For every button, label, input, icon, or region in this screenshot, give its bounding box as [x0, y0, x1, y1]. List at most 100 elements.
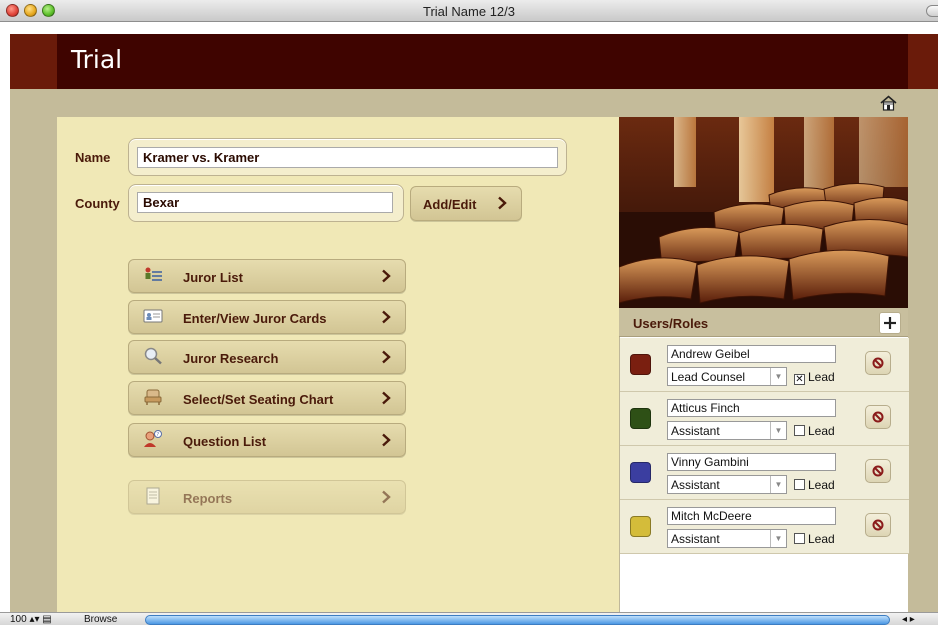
question-list-label: Question List: [183, 434, 267, 449]
role-select-value: Lead Counsel: [671, 370, 746, 384]
chevron-right-icon: [498, 196, 507, 210]
chevron-right-icon: [382, 310, 391, 324]
courtroom-photo: [619, 117, 908, 308]
zoom-value: 100: [10, 614, 27, 625]
page-header: [10, 34, 938, 89]
checkbox-icon: [794, 479, 805, 490]
prohibit-icon: [872, 519, 884, 531]
reports-label: Reports: [183, 491, 233, 506]
juror-cards-icon: [143, 309, 163, 323]
users-roles-title: Users/Roles: [633, 316, 709, 331]
user-color-swatch[interactable]: [630, 354, 651, 375]
role-select-value: Assistant: [671, 478, 720, 492]
question-list-button[interactable]: ? Question List: [128, 423, 406, 457]
role-select[interactable]: Assistant ▼: [667, 421, 787, 440]
juror-list-label: Juror List: [183, 270, 243, 285]
lead-checkbox[interactable]: Lead: [794, 532, 835, 546]
dropdown-arrow-icon: ▼: [770, 422, 786, 439]
delete-user-button[interactable]: [865, 459, 891, 483]
prohibit-icon: [872, 465, 884, 477]
home-icon[interactable]: [880, 95, 897, 111]
mode-indicator[interactable]: Browse: [84, 614, 117, 625]
county-field[interactable]: Bexar: [137, 192, 393, 213]
page-title: Trial: [71, 45, 123, 74]
user-name-field[interactable]: Atticus Finch: [667, 399, 836, 417]
application-window: Trial Name 12/3 Trial Name Kramer vs. Kr…: [0, 0, 938, 625]
user-row: Mitch McDeere Assistant ▼ Lead: [620, 500, 909, 554]
toolbar-strip: [10, 89, 938, 117]
question-person-icon: ?: [144, 430, 162, 447]
header-left-band: [10, 34, 57, 89]
user-name-field[interactable]: Andrew Geibel: [667, 345, 836, 363]
left-frame: [10, 117, 57, 612]
lead-checkbox[interactable]: Lead: [794, 478, 835, 492]
role-select[interactable]: Assistant ▼: [667, 475, 787, 494]
chevron-right-icon: [382, 350, 391, 364]
users-roles-header: Users/Roles: [619, 308, 908, 337]
user-name-field[interactable]: Vinny Gambini: [667, 453, 836, 471]
name-label: Name: [75, 150, 111, 165]
role-select-value: Assistant: [671, 532, 720, 546]
chevron-right-icon: [382, 269, 391, 283]
role-select[interactable]: Assistant ▼: [667, 529, 787, 548]
user-row: Atticus Finch Assistant ▼ Lead: [620, 392, 909, 446]
lead-label: Lead: [808, 532, 835, 546]
user-row: Vinny Gambini Assistant ▼ Lead: [620, 446, 909, 500]
delete-user-button[interactable]: [865, 351, 891, 375]
window-title: Trial Name 12/3: [423, 4, 515, 19]
checkbox-icon: [794, 533, 805, 544]
zoom-stepper-icon[interactable]: ▴▾: [29, 614, 39, 625]
user-color-swatch[interactable]: [630, 516, 651, 537]
checkbox-checked-icon: ✕: [794, 374, 805, 385]
lead-checkbox[interactable]: Lead: [794, 424, 835, 438]
juror-cards-label: Enter/View Juror Cards: [183, 311, 327, 326]
prohibit-icon: [872, 357, 884, 369]
juror-research-label: Juror Research: [183, 351, 279, 366]
title-bar: Trial Name 12/3: [0, 0, 938, 22]
header-right-band: [908, 34, 938, 89]
layout-icon[interactable]: ▤: [42, 614, 51, 625]
plus-icon: [884, 317, 896, 329]
dropdown-arrow-icon: ▼: [770, 368, 786, 385]
add-user-button[interactable]: [879, 312, 901, 334]
chevron-right-icon: [382, 433, 391, 447]
user-name-field[interactable]: Mitch McDeere: [667, 507, 836, 525]
role-select[interactable]: Lead Counsel ▼: [667, 367, 787, 386]
svg-text:?: ?: [157, 432, 160, 438]
dropdown-arrow-icon: ▼: [770, 476, 786, 493]
delete-user-button[interactable]: [865, 513, 891, 537]
lead-label: Lead: [808, 478, 835, 492]
reports-button[interactable]: Reports: [128, 480, 406, 514]
juror-list-button[interactable]: Juror List: [128, 259, 406, 293]
lead-label: Lead: [808, 424, 835, 438]
reports-icon: [146, 487, 160, 505]
add-edit-label: Add/Edit: [423, 197, 477, 212]
checkbox-icon: [794, 425, 805, 436]
left-margin: [0, 22, 10, 612]
status-bar: 100 ▴▾ ▤ Browse ◂ ▸: [0, 612, 938, 625]
right-frame: [908, 117, 938, 612]
horizontal-scrollbar[interactable]: [145, 615, 890, 625]
seating-chart-button[interactable]: Select/Set Seating Chart: [128, 381, 406, 415]
scroll-arrows-icon[interactable]: ◂ ▸: [902, 614, 915, 625]
add-edit-button[interactable]: Add/Edit: [410, 186, 522, 221]
lead-label: Lead: [808, 370, 835, 384]
lead-checkbox[interactable]: ✕ Lead: [794, 370, 835, 385]
user-color-swatch[interactable]: [630, 462, 651, 483]
role-select-value: Assistant: [671, 424, 720, 438]
delete-user-button[interactable]: [865, 405, 891, 429]
dropdown-arrow-icon: ▼: [770, 530, 786, 547]
zoom-level[interactable]: 100 ▴▾ ▤: [10, 614, 52, 625]
chevron-right-icon: [382, 490, 391, 504]
seat-icon: [144, 389, 162, 405]
user-row: Andrew Geibel Lead Counsel ▼ ✕ Lead: [620, 338, 909, 392]
seating-chart-label: Select/Set Seating Chart: [183, 392, 334, 407]
juror-cards-button[interactable]: Enter/View Juror Cards: [128, 300, 406, 334]
juror-list-icon: [145, 267, 162, 281]
juror-research-button[interactable]: Juror Research: [128, 340, 406, 374]
toolbar-toggle-button[interactable]: [926, 5, 938, 17]
magnifier-icon: [144, 347, 162, 365]
prohibit-icon: [872, 411, 884, 423]
name-field[interactable]: Kramer vs. Kramer: [137, 147, 558, 168]
user-color-swatch[interactable]: [630, 408, 651, 429]
